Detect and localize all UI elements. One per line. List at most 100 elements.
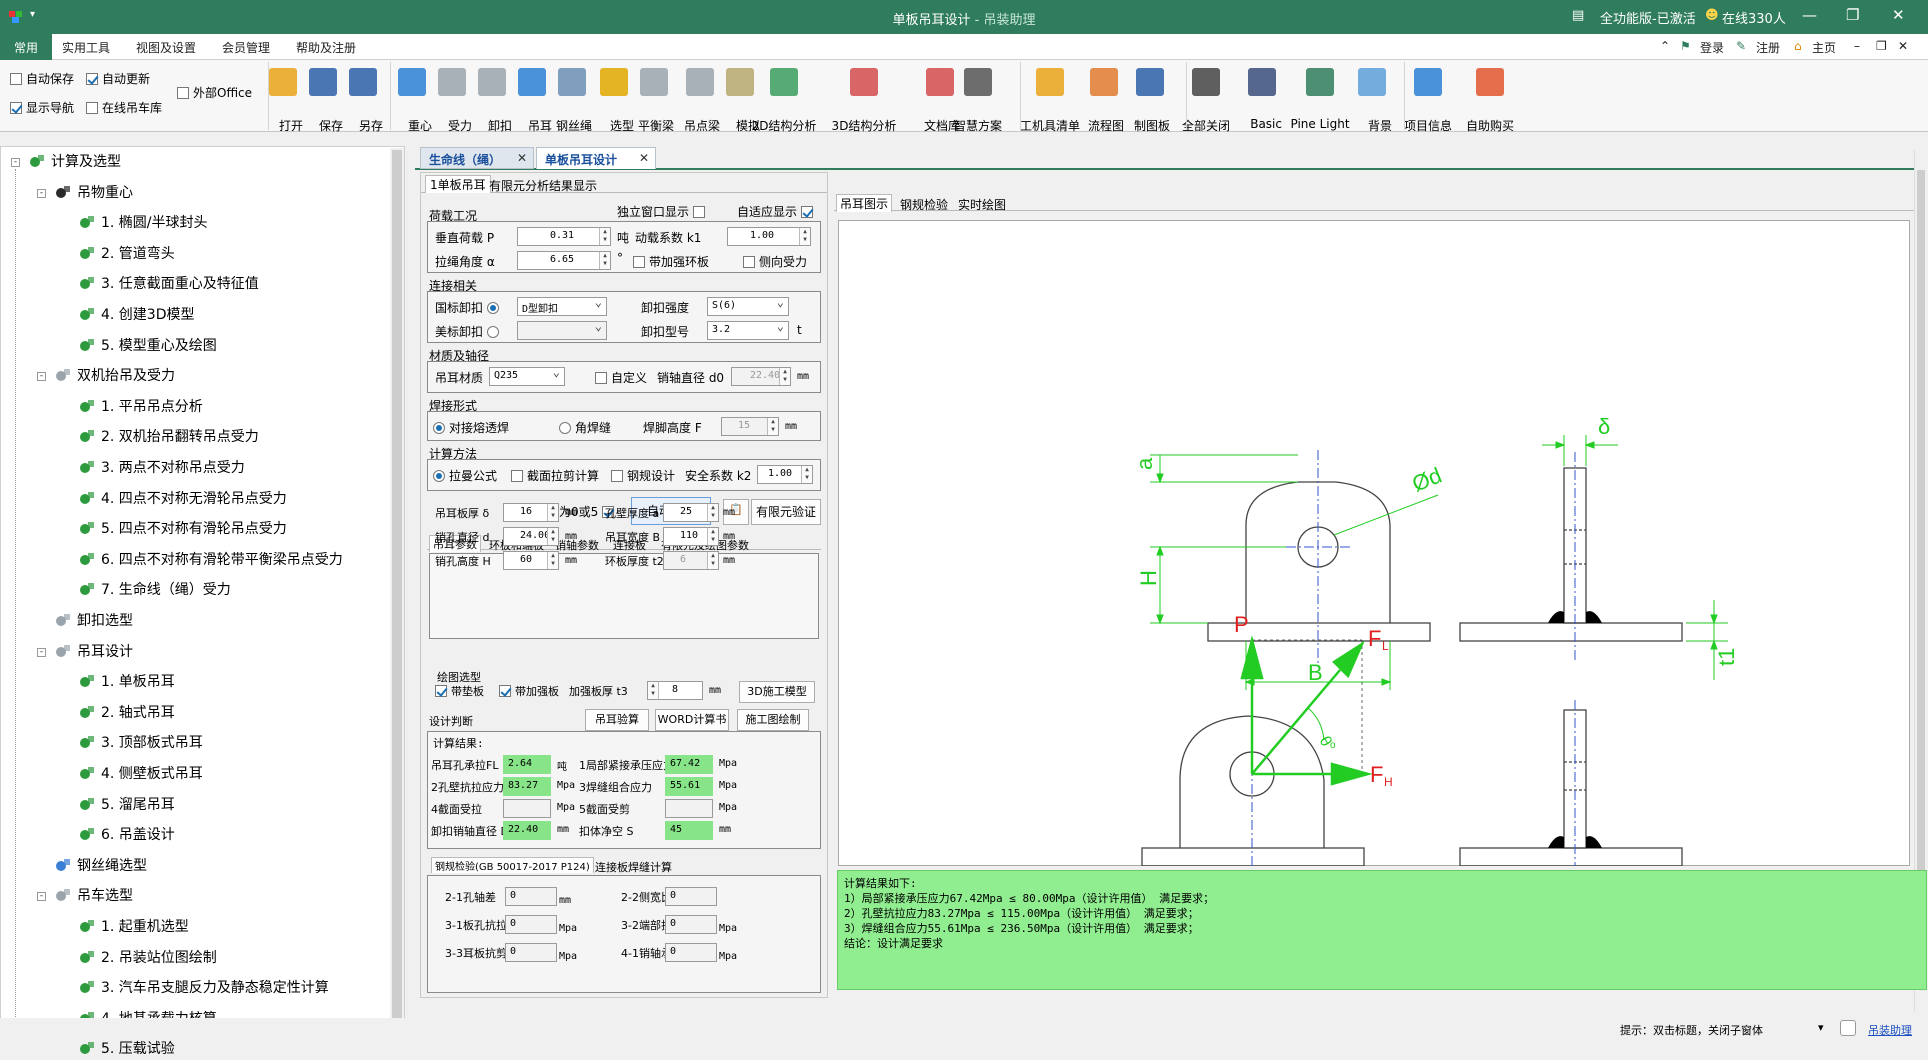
ribbon-button-center-of-gravity[interactable]: 重心 — [392, 68, 432, 133]
butt-weld-radio[interactable]: 对接熔透焊 — [433, 419, 509, 436]
lateral-force-box[interactable] — [743, 255, 755, 268]
steel-check-field[interactable]: 0 — [505, 887, 557, 906]
word-report-button[interactable]: WORD计算书 — [655, 709, 729, 731]
lug-material-select[interactable]: Q235 — [489, 367, 565, 386]
stiffener-box[interactable] — [499, 685, 511, 697]
tree-item[interactable]: 吊车选型 — [55, 885, 133, 905]
auto-update-box[interactable] — [86, 72, 98, 85]
tree-expander-icon[interactable]: - — [37, 372, 46, 382]
auto-save-checkbox[interactable]: 自动保存 — [10, 70, 74, 87]
menu-tab-member[interactable]: 会员管理 — [222, 39, 270, 56]
tree-item[interactable]: 1. 起重机选型 — [79, 916, 189, 936]
dynamic-factor-spin[interactable]: ▲ ▼ — [799, 228, 810, 245]
lug-check-button[interactable]: 吊耳验算 — [585, 709, 649, 731]
view-tab-lug-diagram[interactable]: 吊耳图示 — [836, 194, 893, 212]
home-link[interactable]: 主页 — [1812, 39, 1836, 56]
external-office-checkbox[interactable]: 外部Office — [177, 84, 252, 101]
calc-value-field[interactable] — [665, 799, 713, 818]
gb-shackle-radio[interactable]: 国标卸扣 — [435, 299, 500, 316]
gb-shackle-type-select[interactable]: D型卸扣 — [517, 297, 607, 316]
tree-item[interactable]: 卸扣选型 — [55, 610, 133, 630]
calc-value-field[interactable]: 67.42 — [665, 755, 713, 774]
ribbon-button-balance-beam[interactable]: 平衡梁 — [634, 68, 674, 133]
tree-item[interactable]: 4. 四点不对称无滑轮吊点受力 — [79, 488, 287, 508]
tree-item[interactable]: 3. 顶部板式吊耳 — [79, 732, 203, 752]
tree-item[interactable]: 1. 椭圆/半球封头 — [79, 212, 208, 232]
safety-factor-spin[interactable]: ▲ ▼ — [801, 466, 812, 483]
ribbon-button-theme-pine-light[interactable]: Pine Light — [1290, 68, 1350, 131]
menu-tab-common[interactable]: 常用 — [0, 34, 53, 61]
tree-item[interactable]: 3. 汽车吊支腿反力及静态稳定性计算 — [79, 977, 329, 997]
param-spin[interactable]: ▲ ▼ — [547, 552, 558, 569]
us-shackle-radio-dot[interactable] — [487, 325, 500, 338]
fea-verify-button[interactable]: 有限元验证 — [751, 499, 821, 525]
dynamic-factor-input[interactable]: 1.00 ▲ ▼ — [727, 227, 811, 246]
calc-value-field[interactable]: 45 — [665, 821, 713, 840]
maximize-button[interactable]: ❐ — [1846, 6, 1859, 24]
steel-check-field[interactable]: 0 — [665, 887, 717, 906]
tree-item[interactable]: 3. 两点不对称吊点受力 — [79, 457, 245, 477]
calc-value-field[interactable]: 55.61 — [665, 777, 713, 796]
tree-item[interactable]: 1. 平吊吊点分析 — [79, 396, 203, 416]
auto-update-checkbox[interactable]: 自动更新 — [86, 70, 150, 87]
ribbon-button-crane-select[interactable]: 选型 — [594, 68, 634, 133]
ribbon-button-2d-analysis[interactable]: 2D结构分析 — [752, 68, 816, 133]
view-tab-live-drawing[interactable]: 实时绘图 — [958, 196, 1006, 213]
register-link[interactable]: 注册 — [1756, 39, 1780, 56]
ribbon-button-wire-rope[interactable]: 钢丝绳 — [552, 68, 592, 133]
gb-shackle-radio-dot[interactable] — [487, 301, 500, 314]
param-spin[interactable]: ▲ ▼ — [547, 504, 558, 521]
vertical-load-input[interactable]: 0.31 ▲ ▼ — [517, 227, 611, 246]
calc-value-field[interactable]: 2.64 — [503, 755, 551, 774]
menu-tab-help[interactable]: 帮助及注册 — [296, 39, 356, 56]
ribbon-button-flowchart[interactable]: 流程图 — [1084, 68, 1124, 133]
pin-diameter-input[interactable]: 22.40 ▲ ▼ — [731, 367, 791, 386]
menu-tab-tools[interactable]: 实用工具 — [62, 39, 110, 56]
weld-leg-spin[interactable]: ▲ ▼ — [767, 418, 778, 435]
param-spin[interactable]: ▲ ▼ — [707, 504, 718, 521]
param-input[interactable]: 25 ▲ ▼ — [663, 503, 719, 522]
shear-box[interactable] — [511, 469, 523, 482]
shackle-model-select[interactable]: 3.2 — [707, 321, 789, 340]
mdi-minimize-button[interactable]: – — [1854, 39, 1860, 53]
shear-checkbox[interactable]: 截面拉剪计算 — [511, 467, 599, 484]
tree-item[interactable]: 2. 轴式吊耳 — [79, 702, 175, 722]
ribbon-button-shackle[interactable]: 卸扣 — [472, 68, 512, 133]
steel-design-box[interactable] — [611, 469, 623, 482]
menu-tab-view[interactable]: 视图及设置 — [136, 39, 196, 56]
steel-tab-check[interactable]: 钢规检验(GB 50017-2017 P124) — [431, 857, 594, 873]
ribbon-button-smart-plan[interactable]: 智慧方案 — [954, 68, 1002, 133]
steel-check-field[interactable]: 0 — [505, 943, 557, 962]
status-dropdown-icon[interactable]: ▾ — [1818, 1021, 1824, 1034]
stiffener-thickness-spin[interactable]: ▲ ▼ — [648, 682, 659, 699]
ribbon-button-save[interactable]: 保存 — [303, 68, 343, 133]
tree-expander-icon[interactable]: - — [37, 892, 46, 902]
steel-check-field[interactable]: 0 — [665, 915, 717, 934]
lame-radio[interactable]: 拉曼公式 — [433, 467, 497, 484]
show-nav-box[interactable] — [10, 101, 22, 114]
tree-item[interactable]: 计算及选型 — [29, 151, 121, 171]
param-input[interactable]: 60 ▲ ▼ — [503, 551, 559, 570]
adaptive-display-checkbox[interactable]: 自适应显示 — [737, 203, 814, 220]
pin-diameter-spin[interactable]: ▲ ▼ — [779, 368, 790, 385]
expand-ribbon-icon[interactable]: ⌃ — [1660, 39, 1670, 53]
steel-check-field[interactable]: 0 — [505, 915, 557, 934]
tree-item[interactable]: 双机抬吊及受力 — [55, 365, 175, 385]
rope-angle-input[interactable]: 6.65 ▲ ▼ — [517, 251, 611, 270]
tree-item[interactable]: 2. 管道弯头 — [79, 243, 175, 263]
ribbon-button-info[interactable]: 项目信息 — [1404, 68, 1452, 133]
stiffener-checkbox[interactable]: 带加强板 — [499, 683, 559, 699]
tree-expander-icon[interactable]: - — [11, 158, 20, 167]
ribbon-button-folder-open[interactable]: 打开 — [263, 68, 303, 133]
safety-factor-input[interactable]: 1.00 ▲ ▼ — [757, 465, 813, 484]
independent-window-box[interactable] — [693, 205, 706, 218]
minimize-button[interactable]: — — [1802, 6, 1817, 24]
steel-tab-weld[interactable]: 连接板焊缝计算 — [595, 859, 672, 875]
adaptive-display-box[interactable] — [801, 205, 814, 218]
doc-tab-lifeline-close-icon[interactable]: ✕ — [517, 151, 527, 165]
fillet-weld-radio-dot[interactable] — [559, 421, 571, 434]
tree-item[interactable]: 吊物重心 — [55, 182, 133, 202]
vertical-load-spin[interactable]: ▲ ▼ — [599, 228, 610, 245]
doc-tab-lifeline[interactable]: 生命线（绳） ✕ — [420, 147, 534, 169]
custom-material-checkbox[interactable]: 自定义 — [595, 369, 647, 386]
